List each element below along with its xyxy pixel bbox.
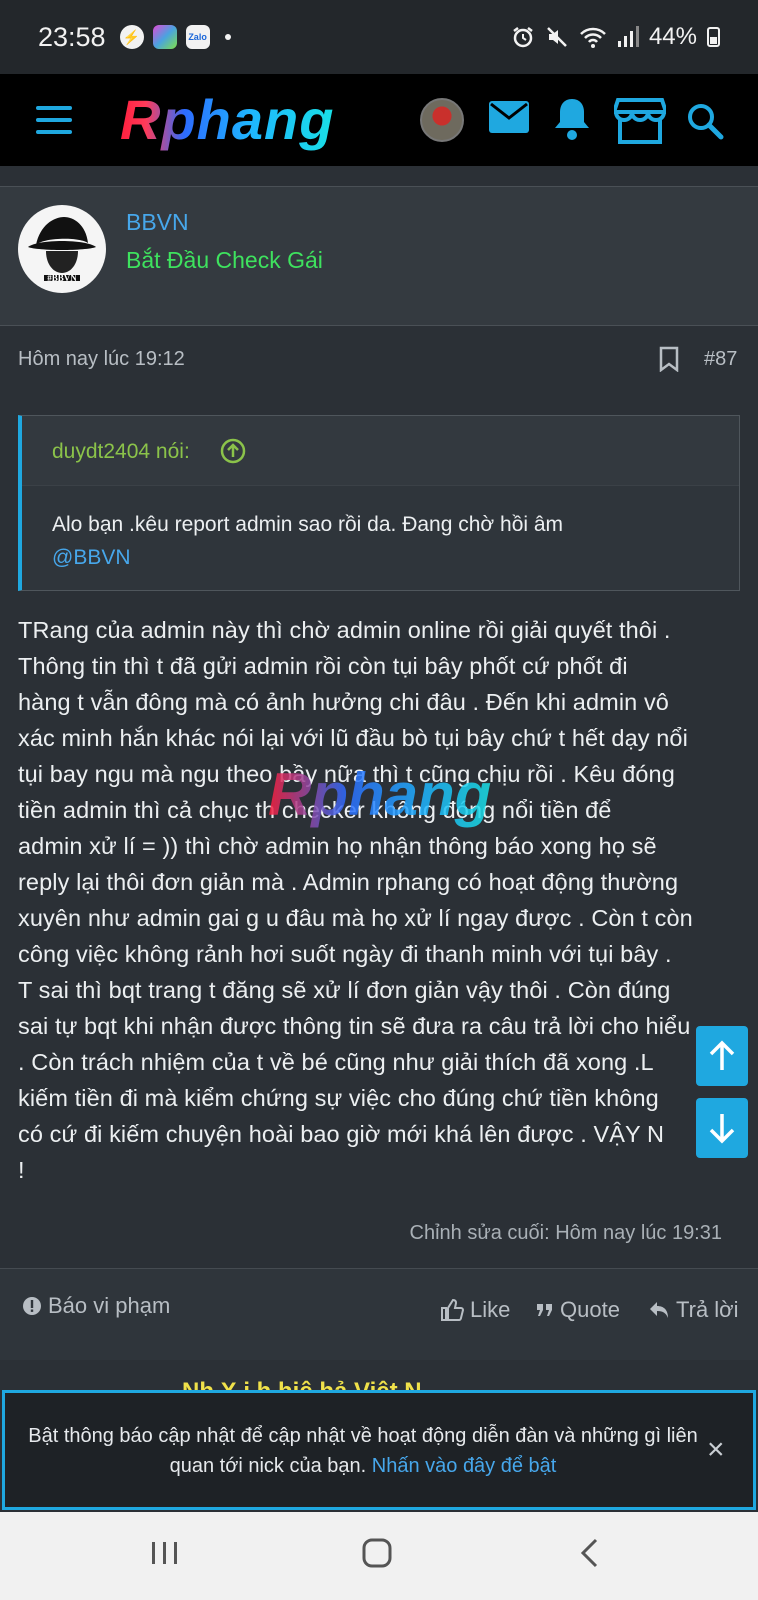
body-line: Thông tin thì t đã gửi admin rồi còn tụi… (18, 653, 628, 679)
avatar[interactable] (420, 98, 464, 142)
body-line: T sai thì bqt trang t đăng sẽ xử lí đơn … (18, 977, 671, 1003)
alarm-icon (513, 27, 533, 48)
battery-percent: 44% (648, 23, 697, 50)
avatar-text: #BBVN (47, 273, 77, 283)
body-line: reply lại thôi đơn giản mà . Admin rphan… (18, 869, 679, 895)
quote-mention[interactable]: @BBVN (52, 546, 131, 569)
close-icon[interactable]: × (707, 1435, 725, 1465)
body-line: tiền admin thì cả chục th checker không … (18, 797, 612, 823)
notice-message: Bật thông báo cập nhật để cập nhật về ho… (28, 1425, 698, 1477)
body-line: tụi bay ngu mà ngu theo bầy nữa thì t cũ… (18, 761, 675, 787)
post-body: TRang của admin này thì chờ admin online… (18, 612, 748, 1188)
scroll-bottom-button[interactable] (696, 1098, 748, 1158)
notification-dot (224, 34, 231, 40)
system-navigation-bar (0, 1512, 758, 1600)
reply-label: Trả lời (676, 1297, 739, 1322)
photos-icon (152, 25, 177, 49)
last-edited-note: Chỉnh sửa cuối: Hôm nay lúc 19:31 (409, 1222, 722, 1244)
body-line: kiếm tiền đi mà kiểm chứng sự việc cho đ… (18, 1085, 659, 1111)
zalo-icon: Zalo (185, 25, 210, 49)
store-icon[interactable] (614, 96, 666, 144)
bell-icon[interactable] (552, 96, 592, 140)
member-user-title: Bắt Đầu Check Gái (126, 247, 323, 273)
mute-icon (547, 27, 567, 47)
quote-icon (537, 1304, 552, 1316)
body-line: . Còn trách nhiệm của t về bé cũng như g… (18, 1049, 654, 1075)
body-line: công việc không rảnh hơi suốt ngày đi th… (18, 941, 672, 967)
body-line: xuyên như admin gai g u đâu mà họ xử lí … (18, 905, 693, 931)
menu-icon[interactable] (36, 106, 72, 134)
mail-icon[interactable] (488, 100, 530, 134)
body-line: admin xử lí = )) thì chờ admin họ nhận t… (18, 833, 657, 859)
search-icon[interactable] (686, 102, 724, 140)
battery-icon (707, 27, 720, 47)
quote-label: Quote (560, 1297, 620, 1322)
report-button[interactable]: Báo vi phạm (22, 1293, 170, 1319)
quote-content: Alo bạn .kêu report admin sao rồi da. Đa… (52, 513, 564, 536)
reply-button[interactable]: Trả lời (648, 1297, 739, 1323)
body-line: có cứ đi kiếm chuyện hoài bao giờ mới kh… (18, 1121, 665, 1147)
recent-apps-icon[interactable] (148, 1536, 182, 1575)
like-label: Like (470, 1297, 511, 1322)
status-time: 23:58 (38, 21, 106, 52)
quote-block: duydt2404 nói: Alo bạn .kêu report admin… (18, 415, 740, 591)
quote-author[interactable]: duydt2404 nói: (52, 440, 190, 464)
body-line: hàng t vẫn đông mà có ảnh hưởng chi đâu … (18, 689, 669, 715)
notice-enable-link[interactable]: Nhấn vào đây để bật (372, 1455, 557, 1477)
report-label: Báo vi phạm (48, 1293, 171, 1318)
bookmark-icon[interactable] (658, 346, 680, 377)
quote-header: duydt2404 nói: (22, 416, 739, 486)
back-icon[interactable] (574, 1536, 608, 1575)
post-actions: Báo vi phạm Like Quote Trả lời (0, 1268, 758, 1360)
site-logo[interactable]: Rphang (120, 88, 334, 152)
post-timestamp[interactable]: Hôm nay lúc 19:12 (18, 348, 185, 371)
body-line: ! (18, 1157, 25, 1183)
arrow-up-circle-icon[interactable] (220, 438, 246, 469)
push-notification-notice: Bật thông báo cập nhật để cập nhật về ho… (2, 1390, 756, 1510)
reply-icon (650, 1302, 668, 1318)
arrow-down-icon (709, 1114, 735, 1144)
body-line: TRang của admin này thì chờ admin online… (18, 617, 671, 643)
signal-icon (617, 26, 639, 47)
arrow-up-icon (709, 1040, 735, 1070)
wifi-icon (580, 27, 606, 48)
scroll-top-button[interactable] (696, 1026, 748, 1086)
alert-icon (23, 1297, 41, 1315)
member-username[interactable]: BBVN (126, 209, 189, 236)
like-button[interactable]: Like (440, 1297, 510, 1323)
quote-text: Alo bạn .kêu report admin sao rồi da. Đa… (52, 508, 712, 574)
post-number[interactable]: #87 (704, 348, 737, 371)
status-bar: 23:58 ⚡ Zalo 44% (0, 0, 758, 74)
thumbs-up-icon (441, 1298, 464, 1321)
top-navigation: Rphang (0, 74, 758, 166)
quote-button[interactable]: Quote (536, 1297, 620, 1323)
home-icon[interactable] (360, 1536, 394, 1575)
messenger-icon: ⚡ (119, 25, 144, 49)
post-author-header: #BBVN BBVN Bắt Đầu Check Gái (0, 186, 758, 326)
body-line: sai tự bqt khi nhận được thông tin sẽ đư… (18, 1013, 691, 1039)
notice-text: Bật thông báo cập nhật để cập nhật về ho… (25, 1421, 701, 1481)
body-line: xác minh hắn khác nói lại với lũ đầu bò … (18, 725, 688, 751)
status-right: 44% (511, 23, 720, 51)
member-avatar[interactable]: #BBVN (18, 205, 106, 293)
